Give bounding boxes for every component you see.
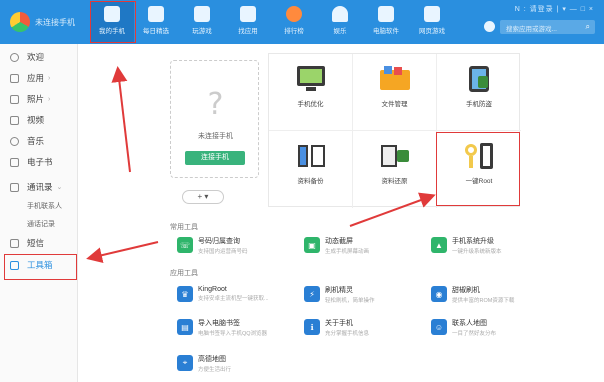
arrow-to-root — [349, 192, 436, 227]
annotation-arrows — [86, 66, 436, 264]
arrow-to-my-phone — [111, 66, 131, 173]
arrow-to-toolbox — [86, 241, 159, 264]
